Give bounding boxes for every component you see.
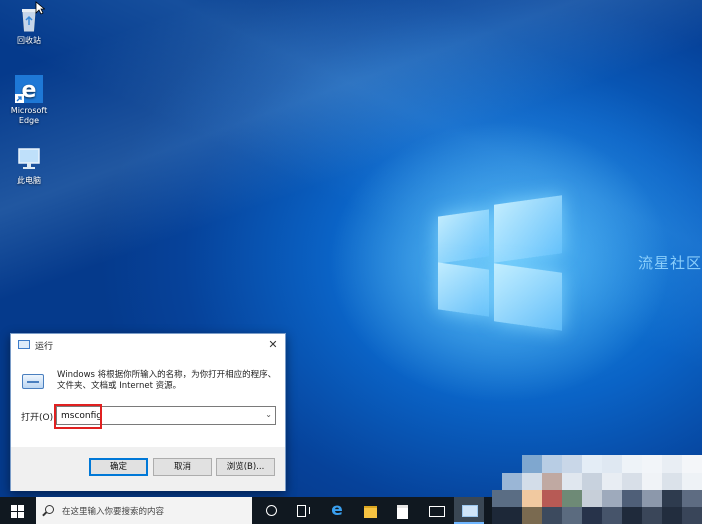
desktop-icon-label: 此电脑	[17, 176, 41, 185]
task-view-icon[interactable]	[288, 497, 318, 524]
search-placeholder[interactable]: 在这里输入你要搜索的内容	[62, 505, 164, 517]
run-app-icon	[18, 340, 30, 349]
dialog-title: 运行	[35, 342, 54, 352]
highlight-annotation	[54, 404, 102, 429]
desktop-icon-recycle-bin[interactable]: 回收站	[4, 4, 54, 46]
edge-icon: e	[14, 74, 44, 104]
watermark-text: 流星社区	[638, 254, 702, 272]
mail-icon[interactable]	[421, 497, 451, 524]
edge-icon[interactable]: e	[322, 497, 352, 524]
windows-logo-pane	[494, 263, 562, 331]
cancel-button[interactable]: 取消	[153, 458, 212, 476]
dialog-description: Windows 将根据你所输入的名称，为你打开相应的程序、文件夹、文档或 Int…	[57, 370, 277, 391]
windows-logo-pane	[494, 195, 562, 263]
windows-logo-pane	[438, 262, 489, 317]
windows-logo-icon	[18, 512, 24, 518]
dialog-footer: 确定 取消 浏览(B)...	[11, 447, 285, 491]
open-label: 打开(O):	[21, 413, 57, 423]
chevron-down-icon[interactable]: ⌄	[265, 410, 272, 419]
run-dialog: 运行 ✕ Windows 将根据你所输入的名称，为你打开相应的程序、文件夹、文档…	[10, 333, 286, 491]
windows-logo-icon	[11, 505, 17, 511]
dialog-titlebar[interactable]: 运行 ✕	[11, 334, 285, 356]
close-button[interactable]: ✕	[265, 337, 281, 353]
desktop-icon-label: Microsoft Edge	[10, 106, 48, 125]
desktop-icon-this-pc[interactable]: 此电脑	[4, 144, 54, 186]
windows-logo-icon	[11, 512, 17, 518]
taskbar-search-box[interactable]: 在这里输入你要搜索的内容	[36, 497, 252, 524]
pixelated-tray-area	[492, 455, 702, 524]
run-icon	[22, 374, 44, 389]
mouse-cursor-icon	[35, 1, 45, 15]
file-explorer-icon[interactable]	[356, 497, 386, 524]
desktop-icon-edge[interactable]: e Microsoft Edge	[4, 74, 54, 126]
computer-icon	[14, 144, 44, 174]
store-icon[interactable]	[388, 497, 418, 524]
start-button[interactable]	[0, 497, 34, 524]
search-icon	[45, 505, 54, 514]
browse-button[interactable]: 浏览(B)...	[216, 458, 275, 476]
windows-logo-pane	[438, 209, 489, 264]
ok-button[interactable]: 确定	[89, 458, 148, 476]
desktop-icon-label: 回收站	[17, 36, 41, 45]
cortana-icon[interactable]	[256, 497, 286, 524]
windows-logo-icon	[18, 505, 24, 511]
run-app-icon[interactable]	[454, 497, 484, 524]
